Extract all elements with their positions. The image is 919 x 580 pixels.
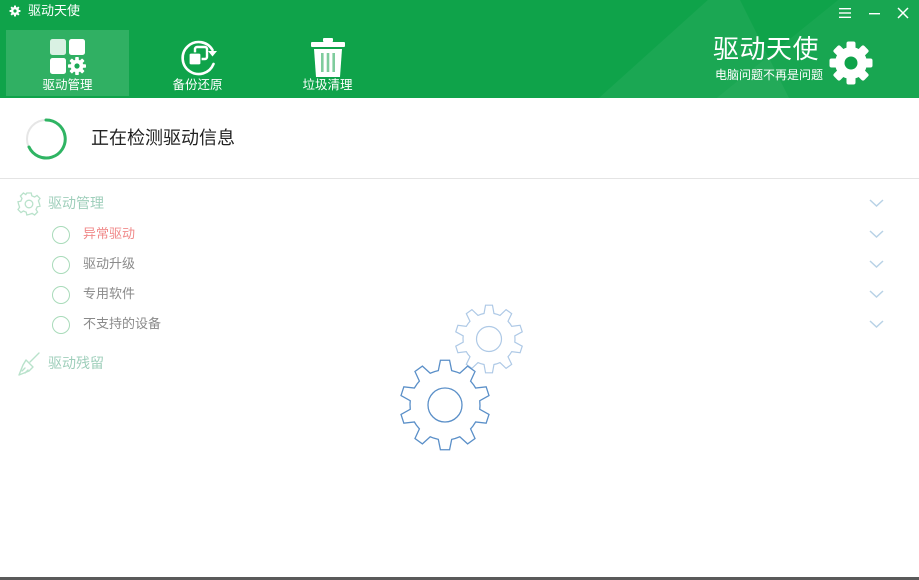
tab-trash-cleanup[interactable]: 垃圾清理 [266,30,389,96]
trash-icon [311,38,345,77]
checkbox-circle[interactable] [52,256,70,274]
menu-icon [839,8,851,18]
checkbox-circle[interactable] [52,316,70,334]
gear-icon [829,41,873,85]
tree-item-label: 异常驱动 [83,227,136,242]
tab-backup-restore[interactable]: 备份还原 [136,30,259,96]
tab-driver-management[interactable]: 驱动管理 [6,30,129,96]
tab-trash-cleanup-label: 垃圾清理 [302,77,353,92]
chevron-down-icon[interactable] [869,229,884,239]
section-label: 驱动管理 [48,196,104,212]
detection-status: 正在检测驱动信息 [0,98,919,179]
loading-spinner-icon [26,118,67,160]
close-icon [897,7,909,19]
brand-slogan: 电脑问题不再是问题 [715,68,824,82]
driver-management-icon [50,39,86,75]
broom-icon [18,352,40,376]
gear-outline-icon [17,192,41,216]
brand-title: 驱动天使 [713,35,820,65]
tree-item-driver-upgrade[interactable]: 驱动升级 [0,252,919,278]
checkbox-circle[interactable] [52,286,70,304]
menu-button[interactable] [837,5,853,21]
backup-restore-icon [181,40,217,76]
tree-item-label: 专用软件 [83,287,136,302]
status-message: 正在检测驱动信息 [91,128,235,149]
section-driver-management[interactable]: 驱动管理 [0,191,919,217]
header-bar: 驱动天使 驱动管理 备份还原 垃圾清理 驱动天使 电脑问题不再是问题 [0,0,919,98]
gear-icon [9,5,21,17]
chevron-down-icon[interactable] [869,198,884,208]
tab-backup-restore-label: 备份还原 [172,77,223,92]
checkbox-circle[interactable] [52,226,70,244]
chevron-down-icon[interactable] [869,319,884,329]
chevron-down-icon[interactable] [869,259,884,269]
chevron-down-icon[interactable] [869,289,884,299]
minimize-button[interactable] [867,5,883,21]
close-button[interactable] [895,5,911,21]
tree-item-label: 不支持的设备 [83,317,162,332]
section-label: 驱动残留 [48,356,104,372]
tree-item-abnormal-drivers[interactable]: 异常驱动 [0,222,919,248]
tree-item-label: 驱动升级 [83,257,136,272]
minimize-icon [869,13,880,15]
tab-driver-management-label: 驱动管理 [42,77,93,92]
loading-gears-icon [400,304,523,451]
title-bar[interactable]: 驱动天使 [0,0,919,26]
window-title: 驱动天使 [28,4,81,19]
